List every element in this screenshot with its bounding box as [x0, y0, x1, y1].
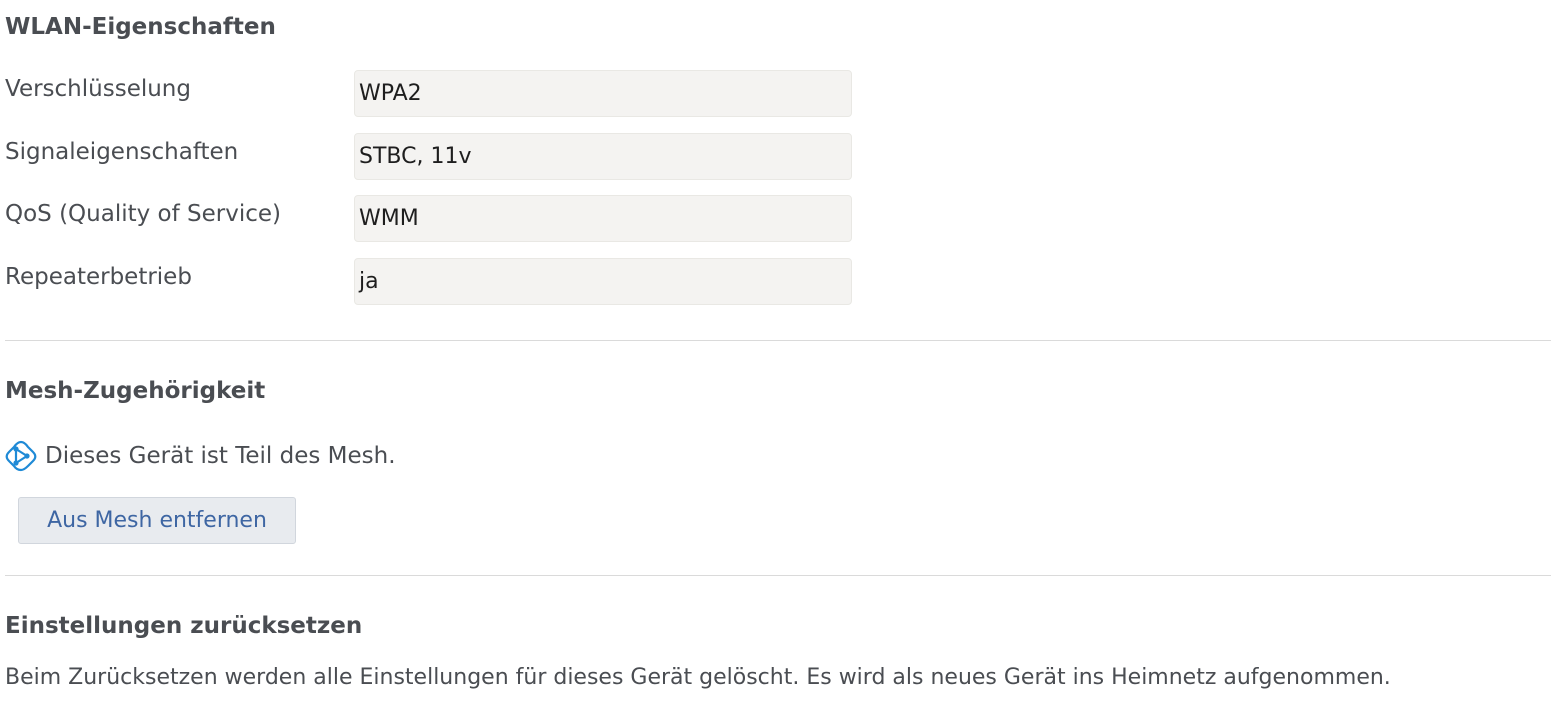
section-divider: [5, 340, 1551, 341]
mesh-status: Dieses Gerät ist Teil des Mesh.: [4, 439, 396, 473]
device-settings-page: WLAN-Eigenschaften Verschlüsselung WPA2 …: [0, 0, 1551, 716]
qos-value: WMM: [354, 195, 852, 242]
wlan-section-title: WLAN-Eigenschaften: [5, 14, 276, 40]
remove-from-mesh-button[interactable]: Aus Mesh entfernen: [18, 497, 296, 544]
signal-properties-value: STBC, 11v: [354, 133, 852, 180]
mesh-icon: [4, 439, 38, 473]
repeater-value: ja: [354, 258, 852, 305]
qos-label: QoS (Quality of Service): [5, 201, 282, 227]
signal-properties-label: Signaleigenschaften: [5, 139, 239, 165]
repeater-label: Repeaterbetrieb: [5, 264, 192, 290]
reset-section-title: Einstellungen zurücksetzen: [5, 613, 363, 639]
mesh-status-text: Dieses Gerät ist Teil des Mesh.: [45, 443, 396, 469]
mesh-section-title: Mesh-Zugehörigkeit: [5, 378, 266, 404]
encryption-value: WPA2: [354, 70, 852, 117]
section-divider: [5, 575, 1551, 576]
reset-description: Beim Zurücksetzen werden alle Einstellun…: [5, 665, 1391, 690]
encryption-label: Verschlüsselung: [5, 76, 191, 102]
